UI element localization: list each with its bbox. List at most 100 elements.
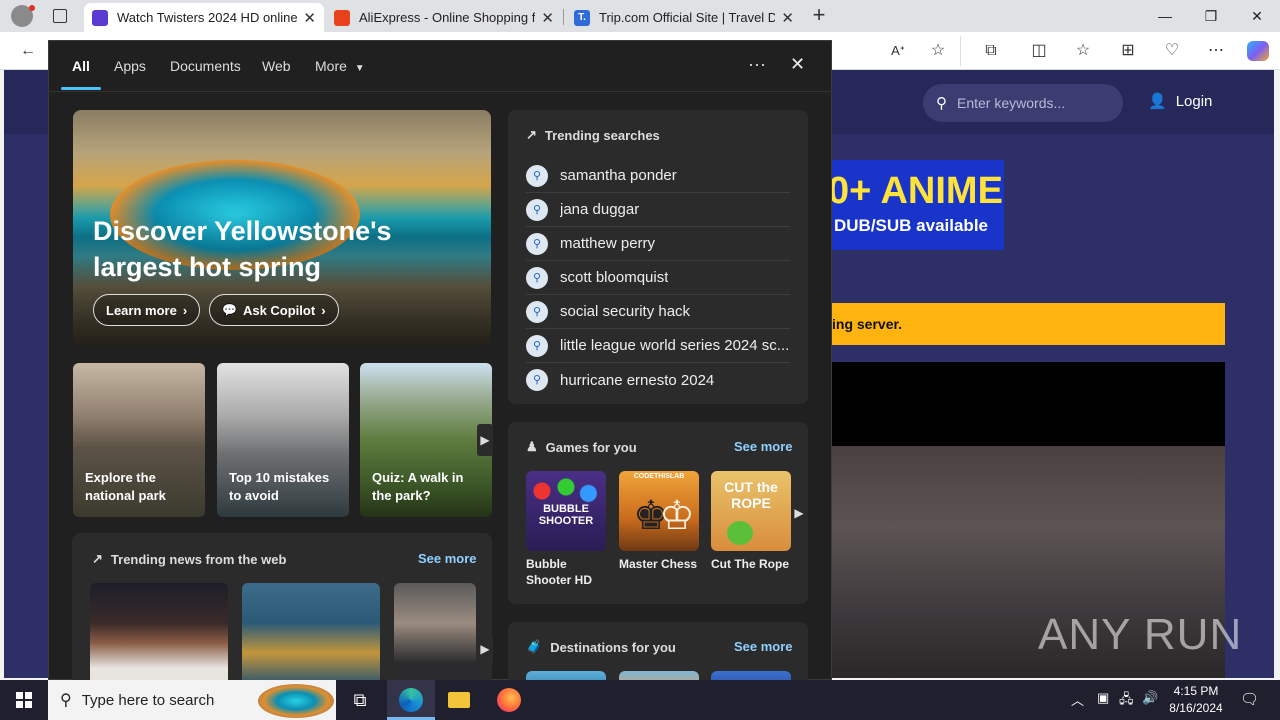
chevron-right-icon: ›: [182, 302, 188, 318]
anyrun-watermark: ANY RUN: [1038, 610, 1243, 659]
ask-copilot-button[interactable]: 💬 Ask Copilot ›: [209, 294, 339, 326]
filter-web[interactable]: Web: [262, 58, 291, 74]
more-icon[interactable]: ⋯: [1206, 41, 1226, 61]
filter-more[interactable]: More ▼: [315, 58, 365, 74]
games-next-icon[interactable]: ▶: [792, 497, 806, 529]
volume-icon[interactable]: 🔊: [1142, 690, 1158, 706]
learn-more-button[interactable]: Learn more ›: [93, 294, 201, 326]
back-icon[interactable]: ←: [18, 41, 38, 61]
tab-aliexpress[interactable]: AliExpress - Online Shopping für ✕: [326, 3, 562, 32]
game-master-chess-thumb[interactable]: CODETHISLAB ♚ ♔: [619, 471, 699, 551]
news-thumb[interactable]: [394, 583, 476, 683]
site-search-input[interactable]: ⚲ Enter keywords...: [923, 84, 1123, 122]
login-label: Login: [1175, 92, 1213, 110]
filter-bar: [48, 40, 832, 92]
tab-favicon: [92, 9, 108, 26]
game-bubble-shooter-thumb[interactable]: BUBBLE SHOOTER: [526, 471, 606, 551]
split-screen-icon[interactable]: ◫: [1029, 41, 1049, 61]
flyout-close-icon[interactable]: ✕: [790, 54, 805, 75]
notifications-icon[interactable]: 🗨: [1240, 690, 1259, 708]
trending-item[interactable]: ⚲ jana duggar: [526, 193, 790, 227]
tab-actions-icon[interactable]: [53, 9, 67, 23]
trending-text: samantha ponder: [560, 167, 677, 184]
trending-item[interactable]: ⚲ social security hack: [526, 295, 790, 329]
game-name[interactable]: Bubble Shooter HD: [526, 556, 596, 588]
hero-title: Discover Yellowstone's largest hot sprin…: [93, 216, 392, 282]
chevron-right-icon: ›: [321, 302, 326, 318]
filter-all[interactable]: All: [72, 58, 90, 74]
chat-bubble-icon: 💬: [222, 303, 237, 317]
network-icon[interactable]: 🖧: [1119, 690, 1134, 712]
thumb-caption: Top 10 mistakes to avoid: [229, 470, 330, 503]
favorites-icon[interactable]: ☆: [1073, 41, 1093, 61]
trending-text: little league world series 2024 sc...: [560, 337, 790, 354]
game-name[interactable]: Cut The Rope: [711, 556, 795, 572]
tray-device-icon[interactable]: ▣: [1097, 690, 1109, 706]
carousel-next-icon[interactable]: ▶: [477, 424, 493, 456]
extensions-icon[interactable]: ⧉: [981, 41, 1001, 61]
firefox-icon[interactable]: [485, 680, 533, 720]
tab-twisters[interactable]: Watch Twisters 2024 HD online ✕: [84, 3, 324, 32]
thumb-explore[interactable]: Explore the national park: [73, 363, 205, 517]
trending-item[interactable]: ⚲ little league world series 2024 sc...: [526, 329, 790, 363]
user-icon: 👤: [1148, 93, 1167, 110]
flyout-options-icon[interactable]: ···: [748, 54, 766, 75]
tab-close-icon[interactable]: ✕: [781, 9, 794, 27]
games-see-more-link[interactable]: See more: [734, 439, 793, 454]
game-name[interactable]: Master Chess: [619, 556, 703, 572]
trending-item[interactable]: ⚲ matthew perry: [526, 227, 790, 261]
filter-documents[interactable]: Documents: [170, 58, 241, 74]
minimize-icon[interactable]: —: [1142, 0, 1188, 32]
game-cut-the-rope-thumb[interactable]: CUT the ROPE: [711, 471, 791, 551]
trending-item[interactable]: ⚲ hurricane ernesto 2024: [526, 363, 790, 397]
tab-close-icon[interactable]: ✕: [303, 9, 316, 27]
caret-down-icon: ▼: [354, 63, 365, 74]
start-button[interactable]: [0, 680, 48, 720]
clock[interactable]: 4:15 PM 8/16/2024: [1160, 683, 1232, 717]
thumb-caption: Quiz: A walk in the park?: [372, 470, 464, 503]
copilot-icon[interactable]: [1247, 41, 1269, 61]
firefox-logo: [497, 688, 521, 712]
tab-title: AliExpress - Online Shopping für: [359, 10, 536, 25]
games-heading: ♟ Games for you: [526, 439, 637, 455]
trending-item[interactable]: ⚲ scott bloomquist: [526, 261, 790, 295]
puzzle-icon: ♟: [526, 439, 538, 454]
news-thumb[interactable]: [90, 583, 228, 683]
browser-essentials-icon[interactable]: ♡: [1162, 41, 1182, 61]
game-logo-text: CUT the ROPE: [724, 479, 778, 511]
news-next-icon[interactable]: ▶: [477, 633, 493, 665]
filter-apps[interactable]: Apps: [114, 58, 146, 74]
login-button[interactable]: 👤 Login: [1148, 92, 1213, 111]
trending-news-heading: ↗ Trending news from the web: [92, 551, 286, 567]
search-bubble-icon: ⚲: [526, 164, 548, 187]
game-logo-text: CODETHISLAB: [633, 473, 685, 480]
banner-subline: DUB/SUB available: [834, 216, 988, 235]
games-title: Games for you: [545, 439, 637, 455]
destinations-see-more-link[interactable]: See more: [734, 639, 793, 654]
trending-searches-title: Trending searches: [544, 127, 660, 143]
read-aloud-icon[interactable]: Aᐩ: [888, 41, 908, 61]
tab-title: Watch Twisters 2024 HD online: [117, 10, 298, 25]
favorite-star-icon[interactable]: ☆: [928, 41, 948, 61]
tab-favicon: [334, 9, 350, 26]
destinations-heading: 🧳 Destinations for you: [526, 639, 676, 655]
tab-trip[interactable]: T. Trip.com Official Site | Travel Deal …: [566, 3, 802, 32]
thumb-mistakes[interactable]: Top 10 mistakes to avoid: [217, 363, 349, 517]
windows-logo-icon: [16, 692, 32, 708]
news-see-more-link[interactable]: See more: [418, 551, 477, 566]
tab-close-icon[interactable]: ✕: [541, 9, 554, 27]
restore-icon[interactable]: ❐: [1188, 0, 1234, 32]
search-bubble-icon: ⚲: [526, 300, 548, 323]
close-window-icon[interactable]: ✕: [1234, 0, 1280, 32]
tray-chevron-icon[interactable]: ︿: [1071, 690, 1084, 709]
news-thumb[interactable]: [242, 583, 380, 683]
trending-item[interactable]: ⚲ samantha ponder: [526, 159, 790, 193]
file-explorer-icon[interactable]: [435, 680, 483, 720]
thumb-quiz[interactable]: Quiz: A walk in the park?: [360, 363, 492, 517]
om-nom-icon: [727, 521, 753, 545]
new-tab-button[interactable]: +: [808, 4, 830, 28]
task-view-icon[interactable]: ⧉: [336, 680, 384, 720]
trending-searches-heading: ↗ Trending searches: [526, 127, 660, 143]
collections-icon[interactable]: ⊞: [1118, 41, 1138, 61]
edge-icon[interactable]: [387, 680, 435, 720]
